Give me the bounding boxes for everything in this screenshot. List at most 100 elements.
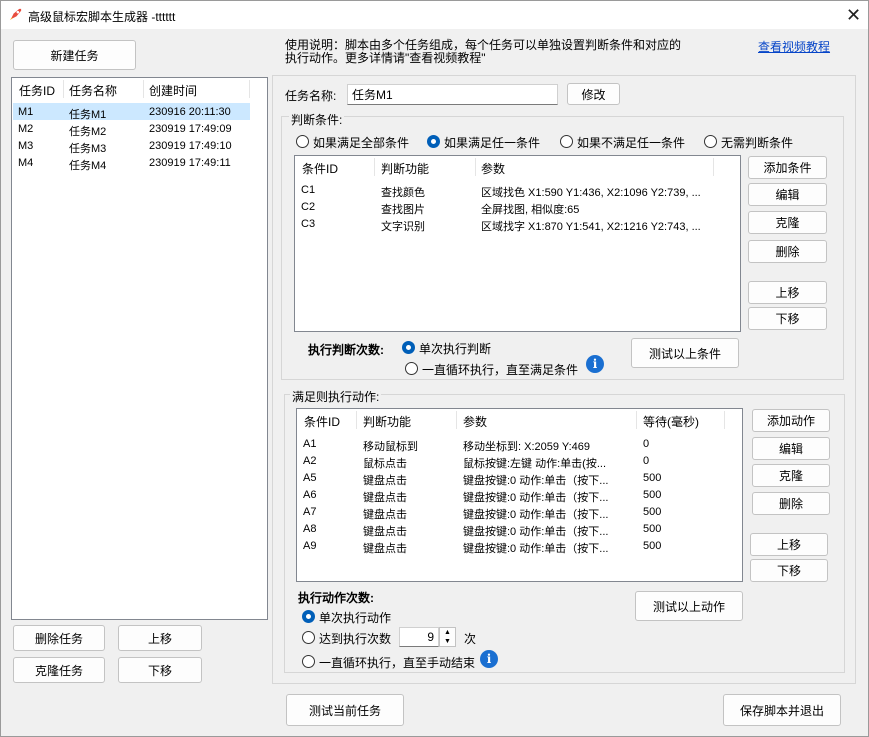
task-name-input[interactable]: 任务M1 xyxy=(347,84,558,105)
task-move-down-button[interactable]: 下移 xyxy=(118,657,202,683)
task-id[interactable]: M2 xyxy=(18,123,33,135)
radio-condition-loop[interactable] xyxy=(405,362,418,375)
action-func[interactable]: 键盘点击 xyxy=(363,489,407,505)
radio-action-count-label[interactable]: 达到执行次数 xyxy=(319,630,391,647)
exec-count-input[interactable]: 9 xyxy=(399,627,439,647)
task-name[interactable]: 任务M4 xyxy=(69,157,106,173)
condition-up-button[interactable]: 上移 xyxy=(748,281,827,304)
action-param[interactable]: 键盘按键:0 动作:单击（按下... xyxy=(463,540,633,556)
action-func[interactable]: 移动鼠标到 xyxy=(363,438,418,454)
task-id[interactable]: M4 xyxy=(18,157,33,169)
edit-action-button[interactable]: 编辑 xyxy=(752,437,830,460)
test-current-task-button[interactable]: 测试当前任务 xyxy=(286,694,404,726)
action-id[interactable]: A5 xyxy=(303,472,316,484)
edit-condition-button[interactable]: 编辑 xyxy=(748,183,827,206)
task-time[interactable]: 230919 17:49:10 xyxy=(149,140,232,152)
action-wait[interactable]: 500 xyxy=(643,523,661,535)
task-name[interactable]: 任务M2 xyxy=(69,123,106,139)
action-wait[interactable]: 500 xyxy=(643,506,661,518)
action-id[interactable]: A6 xyxy=(303,489,316,501)
action-wait[interactable]: 0 xyxy=(643,455,649,467)
condition-id[interactable]: C2 xyxy=(301,201,315,213)
action-down-button[interactable]: 下移 xyxy=(750,559,828,582)
action-wait[interactable]: 0 xyxy=(643,438,649,450)
radio-all-conditions[interactable] xyxy=(296,135,309,148)
task-time[interactable]: 230919 17:49:11 xyxy=(149,157,231,169)
radio-condition-once[interactable] xyxy=(402,341,415,354)
task-move-up-button[interactable]: 上移 xyxy=(118,625,202,651)
col-action-param[interactable]: 参数 xyxy=(463,413,487,430)
col-action-func[interactable]: 判断功能 xyxy=(363,413,411,430)
condition-down-button[interactable]: 下移 xyxy=(748,307,827,330)
action-param[interactable]: 键盘按键:0 动作:单击（按下... xyxy=(463,506,633,522)
spin-down-icon[interactable]: ▼ xyxy=(440,637,455,646)
action-func[interactable]: 键盘点击 xyxy=(363,540,407,556)
col-condition-id[interactable]: 条件ID xyxy=(302,160,338,177)
condition-param[interactable]: 全屏找图, 相似度:65 xyxy=(481,201,713,217)
delete-task-button[interactable]: 删除任务 xyxy=(13,625,105,651)
action-wait[interactable]: 500 xyxy=(643,540,661,552)
delete-action-button[interactable]: 删除 xyxy=(752,492,830,515)
action-wait[interactable]: 500 xyxy=(643,472,661,484)
task-id[interactable]: M3 xyxy=(18,140,33,152)
col-condition-func[interactable]: 判断功能 xyxy=(381,160,429,177)
radio-no-condition[interactable] xyxy=(704,135,717,148)
action-id[interactable]: A1 xyxy=(303,438,316,450)
action-func[interactable]: 鼠标点击 xyxy=(363,455,407,471)
task-list[interactable]: 任务ID 任务名称 创建时间 M1 任务M1 230916 20:11:30 M… xyxy=(11,77,268,620)
condition-param[interactable]: 区域找色 X1:590 Y1:436, X2:1096 Y2:739, ... xyxy=(481,184,713,200)
col-task-name[interactable]: 任务名称 xyxy=(69,82,117,99)
add-condition-button[interactable]: 添加条件 xyxy=(748,156,827,179)
action-id[interactable]: A2 xyxy=(303,455,316,467)
radio-action-count[interactable] xyxy=(302,631,315,644)
action-param[interactable]: 鼠标按键:左键 动作:单击(按... xyxy=(463,455,633,471)
modify-button[interactable]: 修改 xyxy=(567,83,620,105)
action-param[interactable]: 键盘按键:0 动作:单击（按下... xyxy=(463,489,633,505)
test-conditions-button[interactable]: 测试以上条件 xyxy=(631,338,739,368)
radio-all-conditions-label[interactable]: 如果满足全部条件 xyxy=(313,134,409,151)
task-name[interactable]: 任务M3 xyxy=(69,140,106,156)
info-icon[interactable]: i xyxy=(480,650,498,668)
radio-condition-once-label[interactable]: 单次执行判断 xyxy=(419,340,491,357)
condition-func[interactable]: 查找图片 xyxy=(381,201,425,217)
col-created-time[interactable]: 创建时间 xyxy=(149,82,197,99)
col-action-id[interactable]: 条件ID xyxy=(304,413,340,430)
new-task-button[interactable]: 新建任务 xyxy=(13,40,136,70)
radio-action-once-label[interactable]: 单次执行动作 xyxy=(319,609,391,626)
count-spinner[interactable]: ▲ ▼ xyxy=(439,627,456,647)
task-time[interactable]: 230919 17:49:09 xyxy=(149,123,232,135)
col-action-wait[interactable]: 等待(毫秒) xyxy=(643,413,699,430)
test-actions-button[interactable]: 测试以上动作 xyxy=(635,591,743,621)
condition-func[interactable]: 查找颜色 xyxy=(381,184,425,200)
action-param[interactable]: 键盘按键:0 动作:单击（按下... xyxy=(463,472,633,488)
clone-condition-button[interactable]: 克隆 xyxy=(748,211,827,234)
condition-id[interactable]: C3 xyxy=(301,218,315,230)
radio-action-once[interactable] xyxy=(302,610,315,623)
video-tutorial-link[interactable]: 查看视频教程 xyxy=(758,38,830,55)
col-condition-param[interactable]: 参数 xyxy=(481,160,505,177)
condition-func[interactable]: 文字识别 xyxy=(381,218,425,234)
radio-action-loop-label[interactable]: 一直循环执行，直至手动结束 xyxy=(319,654,475,671)
action-id[interactable]: A7 xyxy=(303,506,316,518)
radio-condition-loop-label[interactable]: 一直循环执行，直至满足条件 xyxy=(422,361,578,378)
col-task-id[interactable]: 任务ID xyxy=(19,82,55,99)
add-action-button[interactable]: 添加动作 xyxy=(752,409,830,432)
radio-no-condition-label[interactable]: 无需判断条件 xyxy=(721,134,793,151)
clone-action-button[interactable]: 克隆 xyxy=(752,464,830,487)
condition-id[interactable]: C1 xyxy=(301,184,315,196)
close-icon[interactable]: ✕ xyxy=(839,1,868,29)
spin-up-icon[interactable]: ▲ xyxy=(440,628,455,637)
action-param[interactable]: 移动坐标到: X:2059 Y:469 xyxy=(463,438,633,454)
actions-table[interactable]: 条件ID 判断功能 参数 等待(毫秒) A1 移动鼠标到 移动坐标到: X:20… xyxy=(296,408,743,582)
radio-any-condition[interactable] xyxy=(427,135,440,148)
clone-task-button[interactable]: 克隆任务 xyxy=(13,657,105,683)
action-wait[interactable]: 500 xyxy=(643,489,661,501)
action-func[interactable]: 键盘点击 xyxy=(363,472,407,488)
radio-action-loop[interactable] xyxy=(302,655,315,668)
action-id[interactable]: A8 xyxy=(303,523,316,535)
action-id[interactable]: A9 xyxy=(303,540,316,552)
action-param[interactable]: 键盘按键:0 动作:单击（按下... xyxy=(463,523,633,539)
conditions-table[interactable]: 条件ID 判断功能 参数 C1 查找颜色 区域找色 X1:590 Y1:436,… xyxy=(294,155,741,332)
action-func[interactable]: 键盘点击 xyxy=(363,523,407,539)
save-and-exit-button[interactable]: 保存脚本并退出 xyxy=(723,694,841,726)
